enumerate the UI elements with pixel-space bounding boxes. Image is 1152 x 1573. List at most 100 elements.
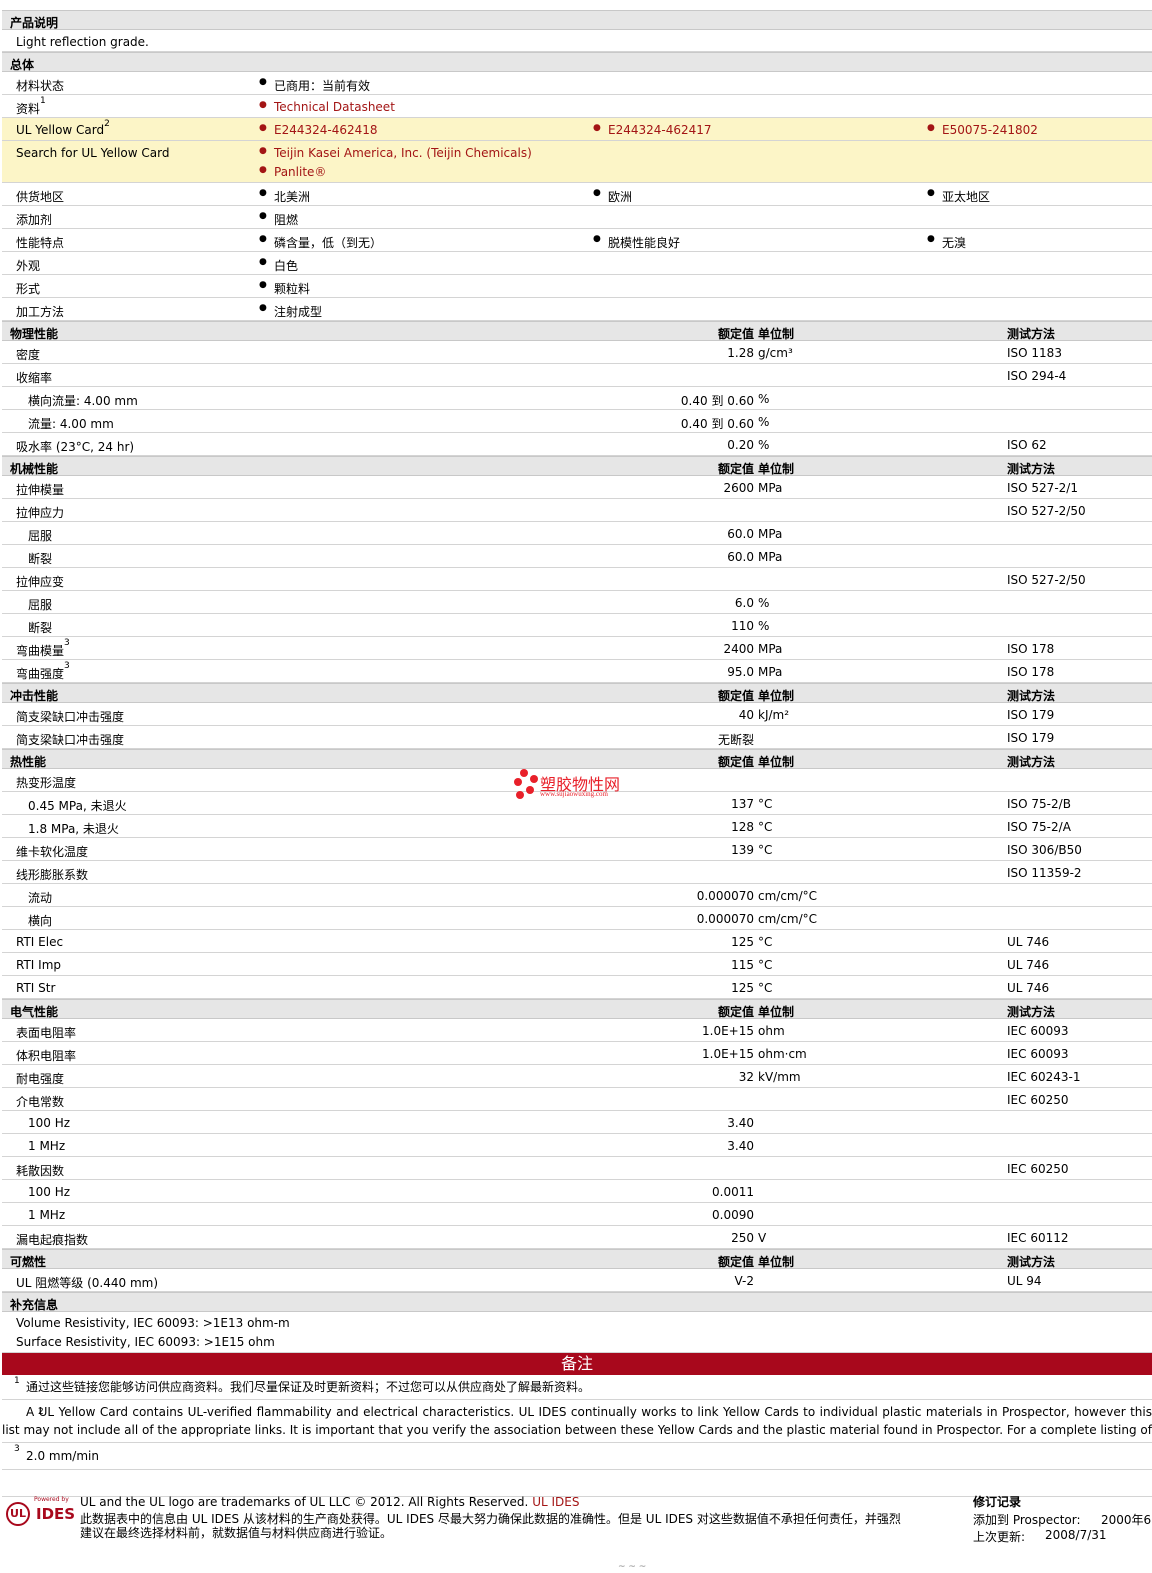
property-row: 线形膨胀系数 ISO 11359-2 (2, 861, 1152, 884)
property-row: 简支梁缺口冲击强度 40 kJ/m² ISO 179 (2, 703, 1152, 726)
footer-trademark: UL and the UL logo are trademarks of UL … (80, 1495, 529, 1509)
section-title: 冲击性能 (10, 689, 59, 703)
property-unit: kJ/m² (758, 708, 790, 722)
property-row: 体积电阻率 1.0E+15 ohm·cm IEC 60093 (2, 1042, 1152, 1065)
col-header-unit: 单位制 (758, 462, 795, 476)
property-label: 表面电阻率 (16, 1026, 77, 1040)
footnote-1: 1 通过这些链接您能够访问供应商资料。我们尽量保证及时更新资料；不过您可以从供应… (2, 1375, 1152, 1400)
property-row: 密度 1.28 g/cm³ ISO 1183 (2, 341, 1152, 364)
processing-row: 加工方法 注射成型 (2, 298, 1152, 321)
supplier-link[interactable]: Teijin Kasei America, Inc. (Teijin Chemi… (259, 146, 532, 160)
section-header-general: 总体 (2, 52, 1152, 72)
product-description-text: Light reflection grade. (16, 35, 149, 49)
property-label: 维卡软化温度 (16, 845, 89, 859)
property-value: 1.0E+15 (702, 1047, 754, 1061)
property-row: 屈服 60.0 MPa (2, 522, 1152, 545)
property-test-method: ISO 75-2/B (1007, 797, 1071, 811)
property-unit: MPa (758, 642, 783, 656)
technical-datasheet-link[interactable]: Technical Datasheet (259, 100, 395, 114)
property-value: 40 (738, 708, 754, 722)
col-header-value: 额定值 (717, 755, 754, 769)
section-title: 机械性能 (10, 462, 59, 476)
property-unit: °C (758, 958, 773, 972)
footer-disclaimer-2: 建议在最终选择材料前，就数据值与材料供应商进行验证。 (80, 1526, 393, 1540)
documents-row: 资料1 Technical Datasheet (2, 95, 1152, 118)
section-header: 物理性能 额定值 单位制 测试方法 (2, 321, 1152, 341)
property-value: 60.0 (727, 550, 754, 564)
section-header: 热性能 额定值 单位制 测试方法 (2, 749, 1152, 769)
property-test-method: ISO 178 (1007, 665, 1055, 679)
property-value: V-2 (734, 1274, 754, 1288)
property-test-method: IEC 60250 (1007, 1162, 1069, 1176)
property-value: 128 (731, 820, 754, 834)
property-label: 横向 (28, 914, 53, 928)
property-row: 拉伸模量 2600 MPa ISO 527-2/1 (2, 476, 1152, 499)
section-header: 机械性能 额定值 单位制 测试方法 (2, 456, 1152, 476)
yellow-card-link[interactable]: E244324-462417 (593, 123, 711, 137)
property-label: RTI Str (16, 981, 56, 995)
property-label: 体积电阻率 (16, 1049, 77, 1063)
property-value: 139 (731, 843, 754, 857)
property-test-method: ISO 62 (1007, 438, 1047, 452)
watermark: 塑胶物性网 www.sujiaowuxing.com (512, 768, 652, 804)
revision-title: 修订记录 (973, 1495, 1022, 1509)
additive-value: 阻燃 (259, 211, 298, 228)
col-header-test: 测试方法 (1007, 755, 1056, 769)
col-header-value: 额定值 (717, 689, 754, 703)
updated-value: 2008/7/31 (1045, 1528, 1107, 1542)
property-value: 95.0 (727, 665, 754, 679)
section-title: 补充信息 (10, 1298, 59, 1312)
col-header-test: 测试方法 (1007, 689, 1056, 703)
property-test-method: UL 746 (1007, 935, 1050, 949)
col-header-value: 额定值 (717, 1005, 754, 1019)
property-unit: cm/cm/°C (758, 912, 818, 926)
property-label: 弯曲强度3 (16, 661, 70, 681)
section-header: 电气性能 额定值 单位制 测试方法 (2, 999, 1152, 1019)
property-test-method: ISO 527-2/1 (1007, 481, 1078, 495)
yellow-card-link[interactable]: E50075-241802 (927, 123, 1038, 137)
col-header-value: 额定值 (717, 462, 754, 476)
property-value: 250 (731, 1231, 754, 1245)
col-header-test: 测试方法 (1007, 1005, 1056, 1019)
section-header: 冲击性能 额定值 单位制 测试方法 (2, 683, 1152, 703)
feature-value: 无溴 (927, 234, 966, 251)
section-header: 可燃性 额定值 单位制 测试方法 (2, 1249, 1152, 1269)
property-unit: °C (758, 797, 773, 811)
section-title: 电气性能 (10, 1005, 59, 1019)
property-label: 弯曲模量3 (16, 638, 70, 658)
property-unit: MPa (758, 481, 783, 495)
property-value: 60.0 (727, 527, 754, 541)
yellow-card-link[interactable]: E244324-462418 (259, 123, 377, 137)
search-ul-yellow-card-row: Search for UL Yellow Card Teijin Kasei A… (2, 141, 1152, 183)
property-label: 横向流量: 4.00 mm (28, 394, 138, 408)
property-label: 屈服 (28, 598, 53, 612)
appearance-row: 外观 白色 (2, 252, 1152, 275)
property-label: 简支梁缺口冲击强度 (16, 710, 125, 724)
property-row: 拉伸应力 ISO 527-2/50 (2, 499, 1152, 522)
footer: Powered by UL IDES UL and the UL logo ar… (0, 1484, 1152, 1554)
property-unit: cm/cm/°C (758, 889, 818, 903)
ul-ides-link[interactable]: UL IDES (532, 1495, 579, 1509)
brand-link[interactable]: Panlite® (259, 165, 327, 179)
ul-logo-icon: UL (6, 1502, 30, 1526)
property-label: 热变形温度 (16, 776, 77, 790)
property-label: RTI Elec (16, 935, 64, 949)
section-header-product-description: 产品说明 (2, 10, 1152, 30)
property-value: 2400 (723, 642, 754, 656)
property-value: 0.000070 (696, 889, 754, 903)
property-row: 耐电强度 32 kV/mm IEC 60243-1 (2, 1065, 1152, 1088)
supplementary-row: Volume Resistivity, IEC 60093: >1E13 ohm… (2, 1312, 1152, 1353)
ul-yellow-card-label: UL Yellow Card2 (16, 119, 110, 137)
property-value: 110 (731, 619, 754, 633)
property-label: 吸水率 (23°C, 24 hr) (16, 440, 135, 454)
property-row: 简支梁缺口冲击强度 无断裂 ISO 179 (2, 726, 1152, 749)
property-label: 拉伸模量 (16, 483, 65, 497)
property-test-method: ISO 527-2/50 (1007, 504, 1086, 518)
property-test-method: IEC 60250 (1007, 1093, 1069, 1107)
property-row: 弯曲模量3 2400 MPa ISO 178 (2, 637, 1152, 660)
property-unit: MPa (758, 527, 783, 541)
property-unit: °C (758, 981, 773, 995)
property-value: 0.0011 (712, 1185, 754, 1199)
property-label: 拉伸应变 (16, 575, 65, 589)
property-row: 1.8 MPa, 未退火 128 °C ISO 75-2/A (2, 815, 1152, 838)
